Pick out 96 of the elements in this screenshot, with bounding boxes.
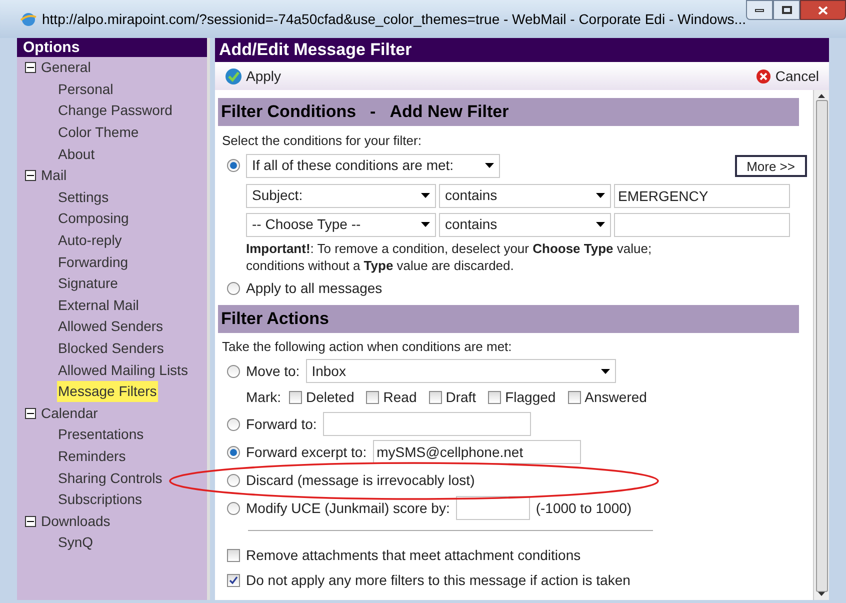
checkbox[interactable]: [488, 390, 502, 404]
option-label: Remove attachments that meet attachment conditions: [246, 546, 581, 565]
scroll-up-icon[interactable]: [818, 94, 825, 98]
collapse-icon[interactable]: [25, 170, 36, 182]
sidebar-title: Options: [17, 38, 207, 57]
sidebar-item[interactable]: Sharing Controls: [57, 468, 164, 489]
dropdown-caret-icon: [600, 368, 610, 374]
sidebar-item[interactable]: Reminders: [57, 446, 127, 467]
checkbox-label: Deleted: [306, 388, 354, 406]
sidebar-group[interactable]: Downloads: [41, 510, 110, 532]
sidebar-item[interactable]: Presentations: [57, 424, 145, 446]
window-title: http://alpo.mirapoint.com/?sessionid=-74a50cfad&use_color_themes=true - WebMail - Corporate Edi - Windows...: [42, 10, 746, 29]
radio-button[interactable]: [227, 446, 240, 458]
sidebar-item[interactable]: Composing: [57, 208, 130, 230]
operator-select[interactable]: contains: [439, 212, 611, 236]
option-label: Move to:: [246, 362, 300, 380]
sidebar-item[interactable]: Blocked Senders: [57, 338, 165, 360]
sidebar-group[interactable]: General: [41, 57, 91, 78]
sidebar-item[interactable]: SynQ: [57, 532, 94, 554]
option-label: Modify UCE (Junkmail) score by:: [246, 498, 450, 518]
radio-button[interactable]: [227, 364, 240, 378]
sidebar-item[interactable]: About: [57, 144, 96, 165]
instruction-text: Take the following action when conditions are met:: [222, 338, 513, 356]
score-field[interactable]: [456, 496, 530, 520]
dropdown-caret-icon: [421, 222, 430, 227]
collapse-icon[interactable]: [25, 516, 36, 527]
condition-value-field[interactable]: [614, 212, 790, 236]
email-field[interactable]: mySMS@cellphone.net: [372, 440, 581, 464]
checkmark-icon: [225, 68, 242, 84]
checkbox[interactable]: [366, 390, 380, 404]
section-title: Filter Conditions: [221, 101, 356, 124]
checkbox[interactable]: [568, 390, 581, 404]
sidebar-group[interactable]: Mail: [41, 165, 67, 186]
page-title: Add/Edit Message Filter: [215, 38, 829, 62]
note-text: conditions without a Type value are discarded.: [246, 256, 515, 274]
email-field[interactable]: [322, 412, 531, 436]
cancel-button[interactable]: Cancel: [756, 66, 819, 86]
option-label: Apply to all messages: [246, 278, 382, 298]
dropdown-caret-icon: [485, 163, 494, 168]
checkbox[interactable]: [227, 574, 240, 587]
condition-value-field[interactable]: EMERGENCY: [614, 184, 790, 208]
sidebar-item[interactable]: Allowed Mailing Lists: [57, 360, 189, 381]
sidebar-item[interactable]: Forwarding: [57, 252, 130, 273]
match-select[interactable]: If all of these conditions are met:: [246, 154, 500, 178]
radio-button[interactable]: [227, 502, 240, 514]
sidebar-item[interactable]: Allowed Senders: [57, 316, 164, 338]
minimize-button[interactable]: [746, 0, 773, 20]
dropdown-caret-icon: [596, 222, 605, 227]
sidebar-item[interactable]: Settings: [57, 186, 110, 208]
scrollbar[interactable]: [813, 90, 829, 600]
radio-button[interactable]: [227, 159, 240, 172]
dropdown-caret-icon: [596, 193, 605, 198]
option-label: Forward to:: [246, 414, 317, 434]
condition-type-select[interactable]: Subject:: [246, 184, 436, 208]
separator-text: -: [370, 101, 376, 124]
sidebar-item[interactable]: Signature: [57, 273, 119, 294]
option-label: Do not apply any more filters to this message if action is taken: [246, 571, 630, 590]
more-button[interactable]: More >>: [734, 154, 807, 176]
section-subtitle: Add New Filter: [390, 101, 509, 124]
sidebar-item[interactable]: Change Password: [57, 100, 174, 122]
browser-globe-icon: [20, 10, 37, 28]
operator-select[interactable]: contains: [439, 184, 611, 208]
mark-label: Mark:: [246, 388, 281, 406]
radio-button[interactable]: [227, 474, 240, 486]
sidebar-item[interactable]: Personal: [57, 78, 114, 100]
sidebar-item[interactable]: Subscriptions: [57, 489, 144, 510]
close-icon: [756, 68, 772, 84]
sidebar-item[interactable]: Color Theme: [57, 122, 140, 144]
radio-button[interactable]: [227, 282, 240, 294]
option-label: Forward excerpt to:: [246, 442, 367, 462]
sidebar-item[interactable]: Auto-reply: [57, 230, 123, 252]
sidebar-item[interactable]: Message Filters: [57, 381, 158, 402]
collapse-icon[interactable]: [25, 408, 36, 419]
instruction-text: Select the conditions for your filter:: [222, 132, 422, 150]
range-hint: (-1000 to 1000): [536, 498, 632, 518]
sidebar-group[interactable]: Calendar: [41, 402, 98, 424]
checkbox-label: Flagged: [505, 388, 556, 407]
checkbox-label: Read: [383, 388, 417, 406]
dropdown-caret-icon: [421, 193, 430, 198]
condition-type-select[interactable]: -- Choose Type --: [246, 212, 436, 236]
close-button[interactable]: [800, 0, 846, 20]
checkbox-label: Draft: [446, 388, 476, 406]
radio-button[interactable]: [227, 418, 240, 430]
checkbox[interactable]: [428, 390, 442, 404]
checkbox-label: Answered: [584, 388, 647, 406]
collapse-icon[interactable]: [25, 62, 36, 74]
close-icon: [818, 6, 828, 14]
section-title: Filter Actions: [221, 308, 329, 330]
note-text: Important!: To remove a condition, deselect your Choose Type value;: [246, 240, 653, 256]
option-label: Discard (message is irrevocably lost): [246, 470, 475, 490]
folder-select[interactable]: Inbox: [306, 359, 616, 383]
apply-button[interactable]: Apply: [225, 66, 282, 86]
maximize-button[interactable]: [773, 0, 800, 20]
sidebar-item[interactable]: External Mail: [57, 294, 140, 316]
checkbox[interactable]: [289, 390, 302, 404]
checkbox[interactable]: [227, 549, 240, 562]
